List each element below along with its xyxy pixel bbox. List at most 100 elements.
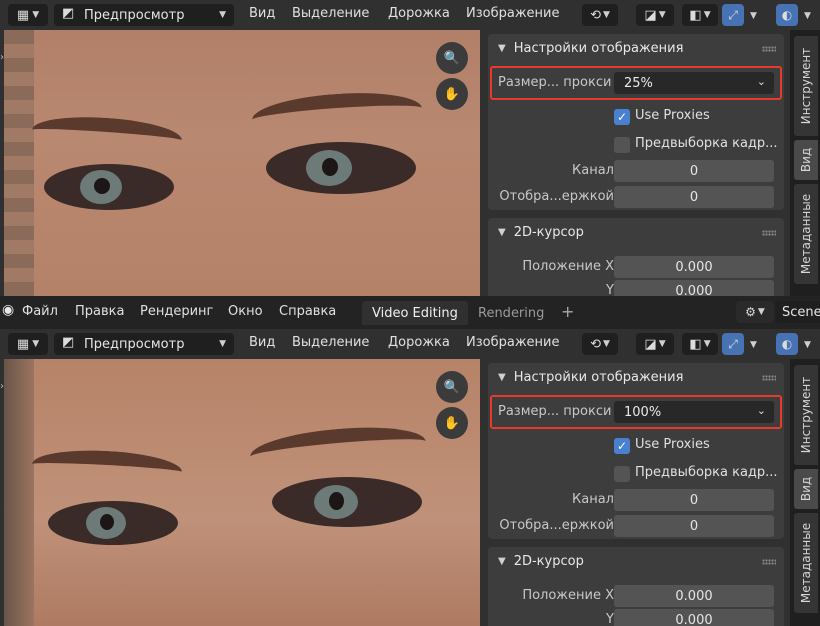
pivot-button[interactable]: ⟲ ▼ [582, 333, 618, 355]
view-type-select[interactable]: ◩ Предпросмотр ▼ [54, 333, 234, 355]
hand-pan-icon[interactable]: ✋ [436, 78, 468, 110]
menu-image[interactable]: Изображение [466, 6, 559, 21]
sequencer-icon: ▦ [16, 336, 30, 352]
chevron-down-icon[interactable]: ▼ [750, 340, 757, 350]
chevron-down-icon: ▼ [219, 10, 226, 20]
editor-type-button[interactable]: ▦ ▼ [8, 4, 48, 26]
tab-rendering[interactable]: Rendering [468, 301, 554, 325]
pivot-icon: ⟲ [590, 336, 601, 352]
cursor-x-row: Положение X 0.000 [488, 256, 784, 278]
view-type-select[interactable]: ◩ Предпросмотр ▼ [54, 4, 234, 26]
preview-image[interactable]: 🔍 ✋ [4, 359, 480, 626]
chevron-down-icon: ⌄ [756, 404, 766, 417]
use-proxies-label: Use Proxies [635, 437, 710, 452]
tab-view[interactable]: Вид [794, 140, 818, 180]
cursor-y-field[interactable]: 0.000 [614, 280, 774, 296]
chevron-down-icon: ▼ [658, 10, 666, 20]
proxy-size-dropdown[interactable]: 100% ⌄ [614, 401, 774, 423]
channel-field[interactable]: 0 [614, 160, 774, 182]
scene-selector-button[interactable]: ⚙ ▼ [736, 301, 774, 323]
tab-metadata[interactable]: Метаданные [794, 184, 818, 284]
tab-tool[interactable]: Инструмент [794, 36, 818, 136]
cursor-2d-header[interactable]: ▼ 2D-курсор [488, 218, 784, 246]
overlay-button[interactable]: ◪ ▼ [636, 333, 674, 355]
menu-select[interactable]: Выделение [292, 6, 369, 21]
menu-window[interactable]: Окно [228, 304, 263, 319]
menu-help[interactable]: Справка [279, 304, 336, 319]
channels-icon: ◧ [689, 7, 702, 23]
cursor-y-field[interactable]: 0.000 [614, 609, 774, 626]
prefetch-checkbox[interactable] [614, 466, 630, 482]
sequencer-preview-pane-bottom: ▦ ▼ ◩ Предпросмотр ▼ Вид Выделение Дорожк… [0, 329, 820, 626]
zoom-icon[interactable]: 🔍 [436, 371, 468, 403]
menu-edit[interactable]: Правка [75, 304, 124, 319]
channels-button[interactable]: ◧ ▼ [682, 333, 718, 355]
display-settings-header[interactable]: ▼ Настройки отображения [488, 34, 784, 62]
cursor-x-field[interactable]: 0.000 [614, 256, 774, 278]
sidebar-tabs: Инструмент Вид Метаданные [790, 359, 820, 626]
overlay-button[interactable]: ◪ ▼ [636, 4, 674, 26]
preview-image[interactable]: 🔍 ✋ [4, 30, 480, 296]
channels-button[interactable]: ◧ ▼ [682, 4, 718, 26]
blender-logo-icon[interactable]: ◉ [2, 302, 14, 318]
menu-view[interactable]: Вид [249, 6, 275, 21]
menu-file[interactable]: Файл [22, 304, 58, 319]
tab-video-editing[interactable]: Video Editing [362, 301, 468, 325]
panel-title: 2D-курсор [513, 224, 584, 240]
drag-grip-icon[interactable] [762, 375, 776, 381]
menu-select[interactable]: Выделение [292, 335, 369, 350]
pivot-icon: ⟲ [590, 7, 601, 23]
drag-grip-icon[interactable] [762, 46, 776, 52]
menu-view[interactable]: Вид [249, 335, 275, 350]
cursor-x-field[interactable]: 0.000 [614, 585, 774, 607]
cursor-2d-header[interactable]: ▼ 2D-курсор [488, 547, 784, 575]
scene-name: Scene [782, 304, 820, 320]
use-proxies-checkbox[interactable]: ✓ [614, 438, 630, 454]
drag-grip-icon[interactable] [762, 559, 776, 565]
scene-icon: ⚙ [745, 305, 756, 319]
display-delay-field[interactable]: 0 [614, 515, 774, 537]
chevron-down-icon: ▼ [602, 339, 610, 349]
channel-row: Канал 0 [488, 489, 784, 511]
drag-grip-icon[interactable] [762, 230, 776, 236]
menu-image[interactable]: Изображение [466, 335, 559, 350]
app-topbar: ◉ Файл Правка Рендеринг Окно Справка Vid… [0, 296, 820, 329]
menu-strip[interactable]: Дорожка [388, 335, 450, 350]
zoom-icon[interactable]: 🔍 [436, 42, 468, 74]
gizmo-toggle[interactable]: ⤢ [722, 4, 744, 26]
chevron-down-icon[interactable]: ▼ [804, 11, 811, 21]
sidebar: ▼ Настройки отображения Размер... прокси… [488, 30, 786, 296]
proxy-size-value: 100% [624, 404, 662, 420]
editor-type-button[interactable]: ▦ ▼ [8, 333, 48, 355]
display-delay-field[interactable]: 0 [614, 186, 774, 208]
proxy-size-label: Размер... прокси [498, 75, 612, 90]
proxy-size-dropdown[interactable]: 25% ⌄ [614, 72, 774, 94]
add-workspace-button[interactable]: + [561, 302, 574, 321]
image-icon: ◩ [62, 335, 75, 350]
prefetch-checkbox[interactable] [614, 137, 630, 153]
cursor-y-label: Y [606, 283, 614, 296]
overlays-toggle[interactable]: ◐ [776, 4, 798, 26]
menu-render[interactable]: Рендеринг [140, 304, 213, 319]
sequencer-icon: ▦ [16, 7, 30, 23]
chevron-down-icon[interactable]: ▼ [750, 11, 757, 21]
cursor-x-label: Положение X [522, 259, 614, 274]
hand-pan-icon[interactable]: ✋ [436, 407, 468, 439]
preview-header: ▦ ▼ ◩ Предпросмотр ▼ Вид Выделение Дорожк… [0, 329, 820, 359]
pivot-button[interactable]: ⟲ ▼ [582, 4, 618, 26]
use-proxies-checkbox[interactable]: ✓ [614, 109, 630, 125]
chevron-down-icon: ▼ [658, 339, 666, 349]
tab-view[interactable]: Вид [794, 469, 818, 509]
channel-field[interactable]: 0 [614, 489, 774, 511]
tab-metadata[interactable]: Метаданные [794, 513, 818, 613]
tab-tool[interactable]: Инструмент [794, 365, 818, 465]
gizmo-toggle[interactable]: ⤢ [722, 333, 744, 355]
scene-name-field[interactable]: Scene [776, 301, 820, 323]
display-settings-header[interactable]: ▼ Настройки отображения [488, 363, 784, 391]
menu-strip[interactable]: Дорожка [388, 6, 450, 21]
display-delay-row: Отобра...ержкой 0 [488, 186, 784, 208]
expand-arrow-icon: ▼ [498, 555, 506, 567]
panel-title: Настройки отображения [513, 40, 684, 56]
overlays-toggle[interactable]: ◐ [776, 333, 798, 355]
chevron-down-icon[interactable]: ▼ [804, 340, 811, 350]
